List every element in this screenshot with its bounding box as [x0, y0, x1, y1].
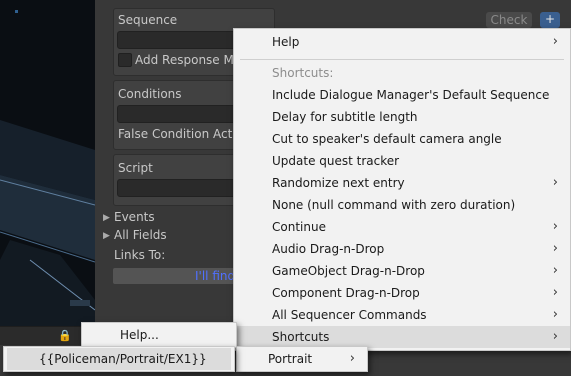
scene-view[interactable]	[0, 0, 95, 326]
help-popup-menu: Help...	[81, 322, 237, 348]
menu-item-gameobject-drag-n-drop[interactable]: GameObject Drag-n-Drop ›	[234, 260, 570, 282]
menu-item-label: Portrait	[268, 352, 313, 366]
menu-item-component-drag-n-drop[interactable]: Component Drag-n-Drop ›	[234, 282, 570, 304]
menu-item-label: Delay for subtitle length	[272, 110, 418, 124]
menu-item-policeman-portrait[interactable]: {{Policeman/Portrait/EX1}}	[7, 348, 231, 370]
menu-item-label: Audio Drag-n-Drop	[272, 242, 385, 256]
shortcuts-submenu: Portrait ›	[236, 346, 368, 372]
menu-item-label: Include Dialogue Manager's Default Seque…	[272, 88, 550, 102]
menu-header-shortcuts: Shortcuts:	[234, 62, 570, 84]
menu-item-all-sequencer-commands[interactable]: All Sequencer Commands ›	[234, 304, 570, 326]
add-response-checkbox[interactable]	[118, 53, 132, 67]
menu-item-help[interactable]: Help ›	[234, 31, 570, 53]
chevron-right-icon: ›	[349, 351, 355, 366]
menu-item-label: Randomize next entry	[272, 176, 405, 190]
events-label[interactable]: Events	[114, 210, 155, 224]
menu-item-label: {{Policeman/Portrait/EX1}}	[39, 352, 207, 366]
menu-item-label: Update quest tracker	[272, 154, 400, 168]
menu-item-none[interactable]: None (null command with zero duration)	[234, 194, 570, 216]
menu-item-cut-camera[interactable]: Cut to speaker's default camera angle	[234, 128, 570, 150]
portrait-submenu: {{Policeman/Portrait/EX1}}	[3, 346, 235, 372]
chevron-right-icon: ›	[552, 175, 558, 190]
events-fold-icon[interactable]: ▶	[103, 213, 110, 223]
chevron-right-icon: ›	[552, 329, 558, 344]
menu-item-label: GameObject Drag-n-Drop	[272, 264, 425, 278]
menu-item-label: All Sequencer Commands	[272, 308, 427, 322]
menu-item-include-default-sequence[interactable]: Include Dialogue Manager's Default Seque…	[234, 84, 570, 106]
all-fields-label[interactable]: All Fields	[114, 228, 167, 242]
add-response-label: Add Response Me	[135, 53, 242, 67]
menu-item-delay-subtitle[interactable]: Delay for subtitle length	[234, 106, 570, 128]
menu-item-shortcuts[interactable]: Shortcuts ›	[234, 326, 570, 348]
chevron-right-icon: ›	[552, 285, 558, 300]
sequence-label: Sequence	[118, 13, 178, 27]
check-button[interactable]: Check	[486, 12, 532, 28]
menu-item-label: Help...	[120, 328, 159, 342]
menu-item-label: None (null command with zero duration)	[272, 198, 516, 212]
menu-item-portrait[interactable]: Portrait ›	[237, 348, 367, 370]
menu-item-label: Help	[272, 35, 300, 49]
menu-item-label: Cut to speaker's default camera angle	[272, 132, 502, 146]
links-to-label: Links To:	[114, 248, 166, 262]
lock-icon[interactable]: 🔒	[58, 329, 72, 342]
scene-geometry	[0, 0, 95, 326]
menu-item-continue[interactable]: Continue ›	[234, 216, 570, 238]
menu-item-label: Shortcuts:	[272, 66, 334, 80]
menu-item-update-quest-tracker[interactable]: Update quest tracker	[234, 150, 570, 172]
add-shortcut-button[interactable]: +	[540, 12, 560, 28]
menu-item-label: Continue	[272, 220, 326, 234]
chevron-right-icon: ›	[552, 219, 558, 234]
conditions-label: Conditions	[118, 87, 182, 101]
menu-item-label: Component Drag-n-Drop	[272, 286, 420, 300]
menu-item-audio-drag-n-drop[interactable]: Audio Drag-n-Drop ›	[234, 238, 570, 260]
script-label: Script	[118, 161, 153, 175]
chevron-right-icon: ›	[552, 307, 558, 322]
menu-item-randomize-next-entry[interactable]: Randomize next entry ›	[234, 172, 570, 194]
chevron-right-icon: ›	[552, 263, 558, 278]
false-condition-label: False Condition Actio	[118, 127, 243, 141]
menu-item-help-ellipsis[interactable]: Help...	[82, 324, 236, 346]
sequence-context-menu: Help › Shortcuts: Include Dialogue Manag…	[233, 28, 571, 351]
menu-item-label: Shortcuts	[272, 330, 330, 344]
menu-separator	[240, 59, 564, 60]
chevron-right-icon: ›	[552, 34, 558, 49]
link-entry-label: I'll find	[195, 269, 236, 283]
all-fields-fold-icon[interactable]: ▶	[103, 231, 110, 241]
chevron-right-icon: ›	[552, 241, 558, 256]
